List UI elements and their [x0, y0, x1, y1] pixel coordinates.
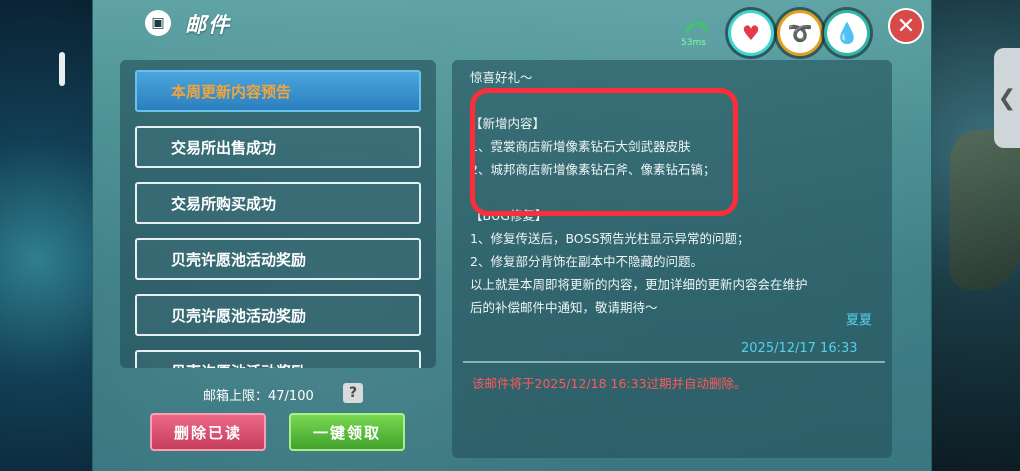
page-title: 邮件	[185, 13, 231, 37]
mail-item[interactable]: 交易所出售成功	[135, 126, 421, 168]
mail-item[interactable]: 交易所购买成功	[135, 182, 421, 224]
divider	[463, 361, 885, 363]
mail-list[interactable]: 本周更新内容预告 交易所出售成功 交易所购买成功 贝壳许愿池活动奖励 贝壳许愿池…	[120, 60, 436, 368]
mail-item[interactable]: 贝壳许愿池活动奖励	[135, 350, 421, 368]
expire-notice: 该邮件将于2025/12/18 16:33过期并自动删除。	[472, 376, 747, 391]
help-button[interactable]: ?	[343, 383, 363, 403]
mail-body-line: 后的补偿邮件中通知，敬请期待～	[470, 300, 658, 315]
mail-item[interactable]: 贝壳许愿池活动奖励	[135, 238, 421, 280]
mail-body-line: 2、修复部分背饰在副本中不隐藏的问题。	[470, 254, 703, 269]
scene-rock	[950, 130, 1020, 290]
mail-body-line: 以上就是本周即将更新的内容，更加详细的更新内容会在维护	[470, 277, 808, 292]
mail-body-line: 1、修复传送后，BOSS预告光柱显示异常的问题；	[470, 231, 750, 246]
edge-handle[interactable]	[59, 52, 65, 86]
mail-item[interactable]: 本周更新内容预告	[135, 70, 421, 112]
mail-sender: 夏夏	[846, 313, 873, 328]
chevron-left-icon: ❮	[997, 85, 1017, 111]
claim-all-button[interactable]: 一键领取	[289, 413, 405, 451]
ping-label: 53ms	[681, 38, 706, 48]
game-scene-left	[0, 0, 92, 471]
thirst-stat-icon[interactable]: 💧	[824, 10, 870, 56]
annotation-highlight-box	[470, 88, 738, 216]
hunger-stat-icon[interactable]: ➰	[777, 10, 823, 56]
mailbox-icon: ▣	[145, 10, 171, 36]
side-collapse-tab[interactable]: ❮	[994, 48, 1020, 148]
health-stat-icon[interactable]: ♥	[728, 10, 774, 56]
mail-body-line: 惊喜好礼～	[470, 70, 533, 85]
close-button[interactable]: ✕	[888, 8, 924, 44]
mail-item[interactable]: 贝壳许愿池活动奖励	[135, 294, 421, 336]
delete-read-button[interactable]: 删除已读	[150, 413, 266, 451]
mail-date: 2025/12/17 16:33	[741, 341, 858, 356]
mailbox-capacity: 邮箱上限：47/100	[203, 389, 314, 404]
